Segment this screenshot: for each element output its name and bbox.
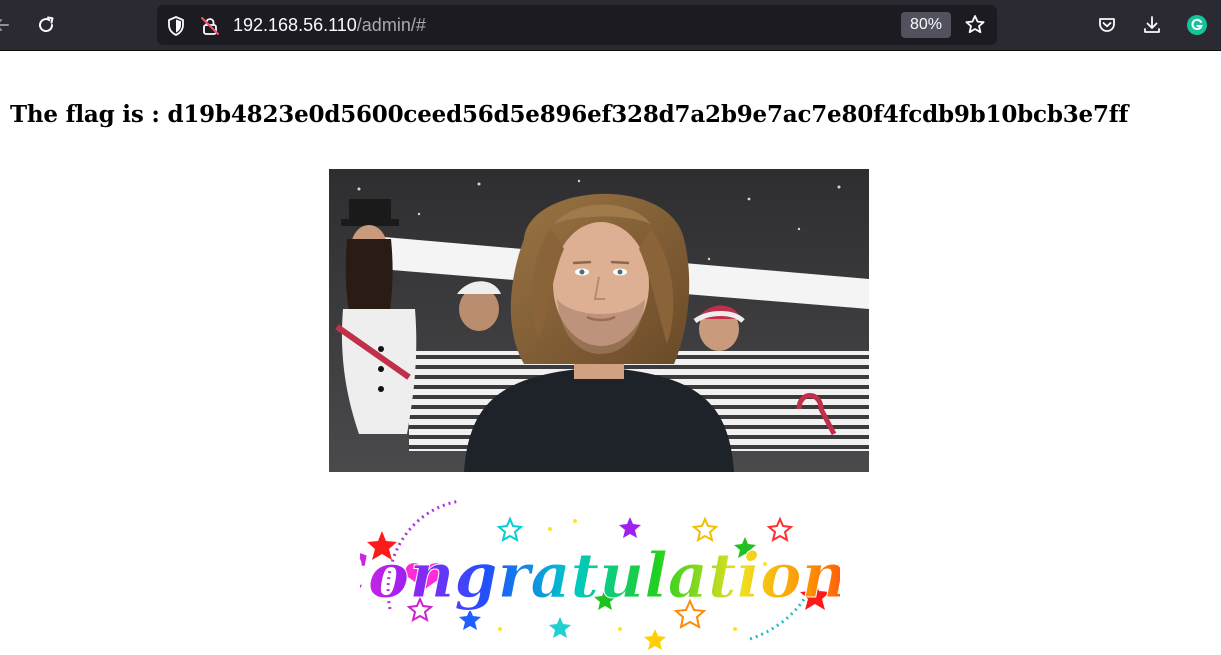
flag-heading: The flag is : d19b4823e0d5600ceed56d5e89… bbox=[10, 101, 1129, 128]
pocket-button[interactable] bbox=[1091, 9, 1123, 41]
back-button[interactable] bbox=[0, 9, 18, 41]
address-bar[interactable]: 192.168.56.110/admin/# 80% bbox=[157, 5, 997, 45]
congratulations-banner-image: Congratulations bbox=[360, 489, 840, 655]
pocket-icon bbox=[1096, 14, 1118, 36]
grammarly-icon bbox=[1186, 14, 1208, 36]
downloads-button[interactable] bbox=[1136, 9, 1168, 41]
reload-button[interactable] bbox=[30, 9, 62, 41]
tracking-protection-shield-icon[interactable] bbox=[165, 15, 187, 37]
zoom-level-button[interactable]: 80% bbox=[901, 12, 951, 38]
congratulations-meme-image bbox=[329, 169, 869, 472]
bookmark-star-icon[interactable] bbox=[963, 13, 987, 37]
url-path: /admin/# bbox=[356, 15, 426, 35]
back-arrow-icon bbox=[0, 15, 12, 35]
reload-icon bbox=[36, 15, 56, 35]
insecure-lock-icon[interactable] bbox=[199, 15, 221, 37]
url-text[interactable]: 192.168.56.110/admin/# bbox=[233, 14, 426, 36]
download-icon bbox=[1141, 14, 1163, 36]
congratulations-text: Congratulations bbox=[360, 539, 840, 612]
url-host: 192.168.56.110 bbox=[233, 15, 357, 35]
grammarly-extension-button[interactable] bbox=[1181, 9, 1213, 41]
browser-toolbar: 192.168.56.110/admin/# 80% bbox=[0, 0, 1221, 51]
